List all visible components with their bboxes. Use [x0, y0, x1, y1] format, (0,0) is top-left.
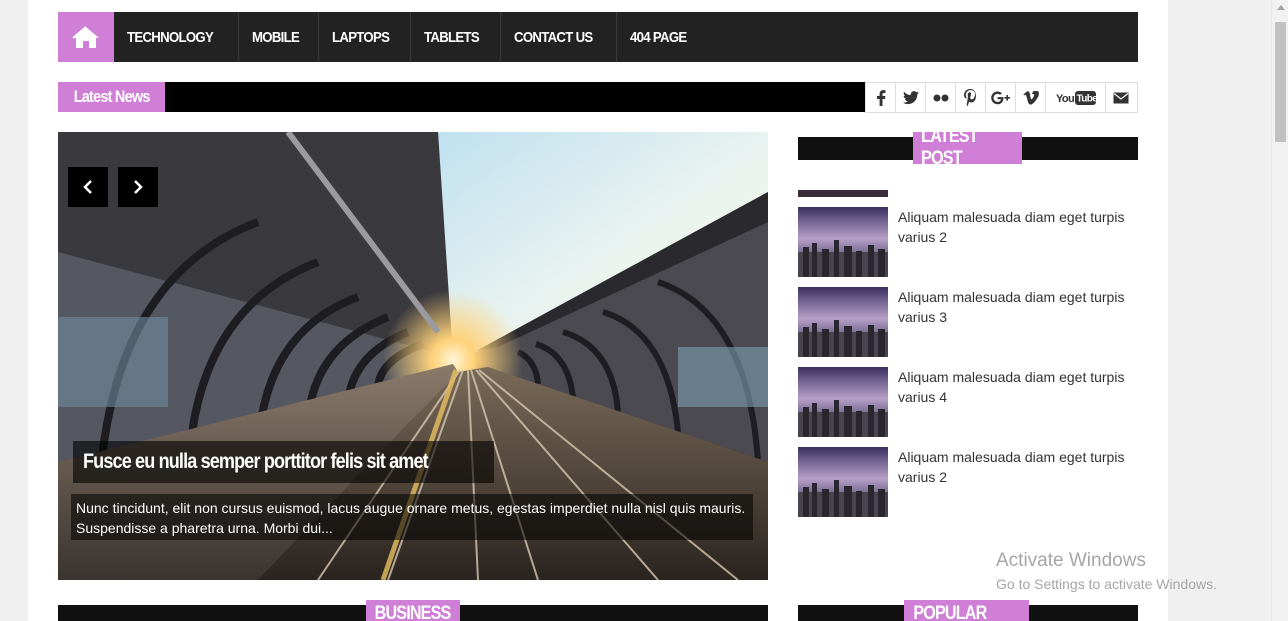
post-title[interactable]: Aliquam malesuada diam eget turpis variu… — [898, 447, 1138, 487]
latest-post-header: LATEST POST — [798, 126, 1138, 169]
post-thumbnail[interactable] — [798, 447, 888, 517]
business-section-header: BUSINESS — [58, 600, 768, 621]
facebook-icon[interactable] — [866, 83, 896, 112]
slide-excerpt: Nunc tincidunt, elit non cursus euismod,… — [71, 494, 753, 540]
post-thumbnail[interactable] — [798, 367, 888, 437]
popular-post-title: POPULAR POST — [904, 600, 1029, 621]
latest-post-item[interactable]: Aliquam malesuada diam eget turpis variu… — [798, 447, 1138, 517]
slider-next-button[interactable] — [118, 167, 158, 207]
google-plus-icon[interactable] — [986, 83, 1016, 112]
nav-item-technology[interactable]: TECHNOLOGY — [114, 12, 239, 62]
featured-slider[interactable]: Fusce eu nulla semper porttitor felis si… — [58, 132, 768, 580]
business-title: BUSINESS — [366, 600, 460, 621]
latest-post-title: LATEST POST — [913, 126, 1022, 169]
slider-prev-button[interactable] — [68, 167, 108, 207]
vertical-scrollbar[interactable] — [1271, 0, 1288, 621]
watermark-subtitle: Go to Settings to activate Windows. — [996, 576, 1217, 592]
youtube-icon[interactable]: You Tube — [1046, 83, 1106, 112]
email-icon[interactable] — [1106, 83, 1136, 112]
post-thumbnail[interactable] — [798, 287, 888, 357]
home-icon — [72, 26, 99, 48]
post-title[interactable]: Aliquam malesuada diam eget turpis variu… — [898, 287, 1138, 327]
nav-item-label: MOBILE — [251, 28, 300, 46]
scroll-up-icon[interactable] — [1277, 5, 1285, 10]
chevron-left-icon — [83, 180, 92, 194]
slide-title[interactable]: Fusce eu nulla semper porttitor felis si… — [73, 441, 494, 483]
flickr-icon[interactable] — [926, 83, 956, 112]
chevron-right-icon — [134, 180, 143, 194]
news-ticker: Latest News — [58, 82, 866, 112]
vimeo-icon[interactable] — [1016, 83, 1046, 112]
social-bar: You Tube — [865, 82, 1138, 113]
home-button[interactable] — [58, 12, 114, 62]
scrollbar-thumb[interactable] — [1275, 22, 1286, 142]
nav-item-laptops[interactable]: LAPTOPS — [319, 12, 412, 62]
nav-item-tablets[interactable]: TABLETS — [411, 12, 501, 62]
post-title[interactable]: Aliquam malesuada diam eget turpis variu… — [898, 207, 1138, 247]
latest-post-item[interactable]: Aliquam malesuada diam eget turpis variu… — [798, 287, 1138, 357]
post-title[interactable]: Aliquam malesuada diam eget turpis variu… — [898, 367, 1138, 407]
post-thumbnail[interactable] — [798, 207, 888, 277]
popular-post-header: POPULAR POST — [798, 600, 1138, 621]
nav-item-404-page[interactable]: 404 PAGE — [617, 12, 707, 62]
svg-text:You: You — [1056, 93, 1074, 105]
latest-post-item[interactable]: Aliquam malesuada diam eget turpis variu… — [798, 207, 1138, 277]
nav-item-label: LAPTOPS — [332, 28, 390, 46]
post-thumbnail-partial — [798, 190, 888, 197]
svg-text:Tube: Tube — [1076, 93, 1096, 104]
main-nav: TECHNOLOGY MOBILE LAPTOPS TABLETS CONTAC… — [58, 12, 1138, 62]
pinterest-icon[interactable] — [956, 83, 986, 112]
watermark-title: Activate Windows — [996, 550, 1146, 571]
twitter-icon[interactable] — [896, 83, 926, 112]
nav-item-mobile[interactable]: MOBILE — [239, 12, 320, 62]
activation-watermark: Activate Windows Go to Settings to activ… — [996, 550, 1217, 595]
nav-item-contact-us[interactable]: CONTACT US — [501, 12, 618, 62]
latest-post-item[interactable]: Aliquam malesuada diam eget turpis variu… — [798, 367, 1138, 437]
nav-item-label: TECHNOLOGY — [127, 28, 214, 46]
nav-item-label: TABLETS — [424, 28, 480, 46]
nav-item-label: CONTACT US — [513, 28, 593, 46]
nav-item-label: 404 PAGE — [630, 28, 687, 46]
ticker-label: Latest News — [58, 82, 165, 112]
